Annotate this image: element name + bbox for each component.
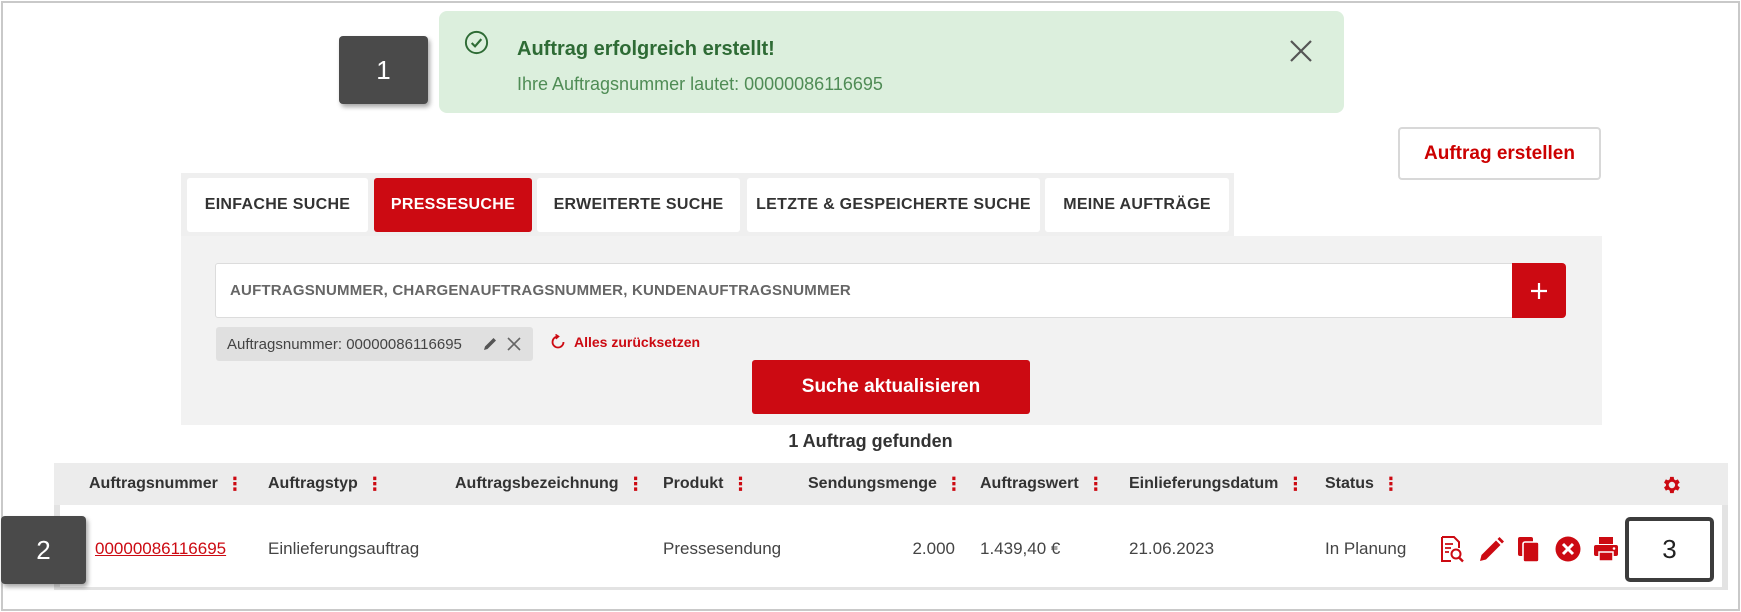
tab-meine-auftraege[interactable]: MEINE AUFTRÄGE (1045, 178, 1229, 232)
status-cell: In Planung (1325, 539, 1407, 558)
order-type-cell: Einlieferungsauftrag (268, 539, 420, 558)
column-header[interactable]: Auftragstyp ⋮ (268, 474, 384, 494)
pencil-icon[interactable] (1478, 535, 1504, 563)
alert-message: Ihre Auftragsnummer lautet: 000000861166… (517, 74, 883, 94)
column-header[interactable]: Produkt ⋮ (663, 474, 749, 494)
order-value-cell: 1.439,40 € (980, 539, 1061, 558)
plus-icon (1531, 282, 1547, 299)
column-menu-icon: ⋮ (1381, 474, 1400, 494)
reset-label: Alles zurücksetzen (574, 334, 701, 350)
check-circle-icon (464, 30, 489, 55)
order-number-link[interactable]: 00000086116695 (95, 539, 226, 559)
reset-icon (551, 334, 565, 349)
column-menu-icon: ⋮ (365, 474, 384, 494)
close-icon[interactable] (1287, 37, 1315, 65)
callout-1: 1 (339, 36, 428, 104)
column-menu-icon: ⋮ (225, 474, 244, 494)
add-search-button[interactable] (1512, 263, 1566, 318)
column-header[interactable]: Sendungsmenge ⋮ (808, 474, 963, 494)
filter-chip: Auftragsnummer: 00000086116695 (216, 327, 533, 361)
tab-erweiterte-suche[interactable]: ERWEITERTE SUCHE (537, 178, 740, 232)
column-menu-icon: ⋮ (1286, 474, 1304, 494)
alert-title: Auftrag erfolgreich erstellt! (517, 38, 775, 60)
filter-chip-label: Auftragsnummer: 00000086116695 (227, 335, 462, 353)
close-icon[interactable] (506, 336, 522, 352)
copy-icon[interactable] (1516, 535, 1542, 563)
callout-2: 2 (1, 516, 86, 584)
reset-all-link[interactable]: Alles zurücksetzen (550, 334, 700, 350)
update-search-button[interactable]: Suche aktualisieren (752, 360, 1030, 414)
column-header[interactable]: Auftragsnummer ⋮ (89, 474, 244, 494)
column-header[interactable]: Status ⋮ (1325, 474, 1400, 494)
column-menu-icon: ⋮ (944, 474, 963, 494)
delivery-date-cell: 21.06.2023 (1129, 539, 1215, 558)
column-menu-icon: ⋮ (626, 474, 645, 494)
tab-letzte-gespeicherte-suche[interactable]: LETZTE & GESPEICHERTE SUCHE (747, 178, 1040, 232)
column-menu-icon: ⋮ (1086, 474, 1105, 494)
callout-3: 3 (1625, 517, 1714, 582)
success-alert: Auftrag erfolgreich erstellt! Ihre Auftr… (439, 11, 1344, 113)
column-header[interactable]: Auftragswert ⋮ (980, 474, 1105, 494)
column-header[interactable]: Auftragsbezeichnung ⋮ (455, 474, 645, 494)
gear-icon[interactable] (1660, 474, 1682, 496)
document-search-icon[interactable] (1439, 535, 1465, 563)
cancel-circle-icon[interactable] (1554, 535, 1582, 563)
print-icon[interactable] (1592, 535, 1620, 563)
create-order-button[interactable]: Auftrag erstellen (1398, 127, 1601, 180)
quantity-cell: 2.000 (912, 539, 955, 558)
product-cell: Pressesendung (663, 539, 782, 558)
pencil-icon[interactable] (482, 336, 498, 352)
tab-einfache-suche[interactable]: EINFACHE SUCHE (187, 178, 368, 232)
search-input[interactable]: AUFTRAGSNUMMER, CHARGENAUFTRAGSNUMMER, K… (215, 263, 1513, 318)
tab-pressesuche[interactable]: PRESSESUCHE (374, 178, 532, 232)
column-header[interactable]: Einlieferungsdatum ⋮ (1129, 474, 1304, 494)
results-count: 1 Auftrag gefunden (788, 431, 953, 451)
column-menu-icon: ⋮ (731, 474, 749, 494)
